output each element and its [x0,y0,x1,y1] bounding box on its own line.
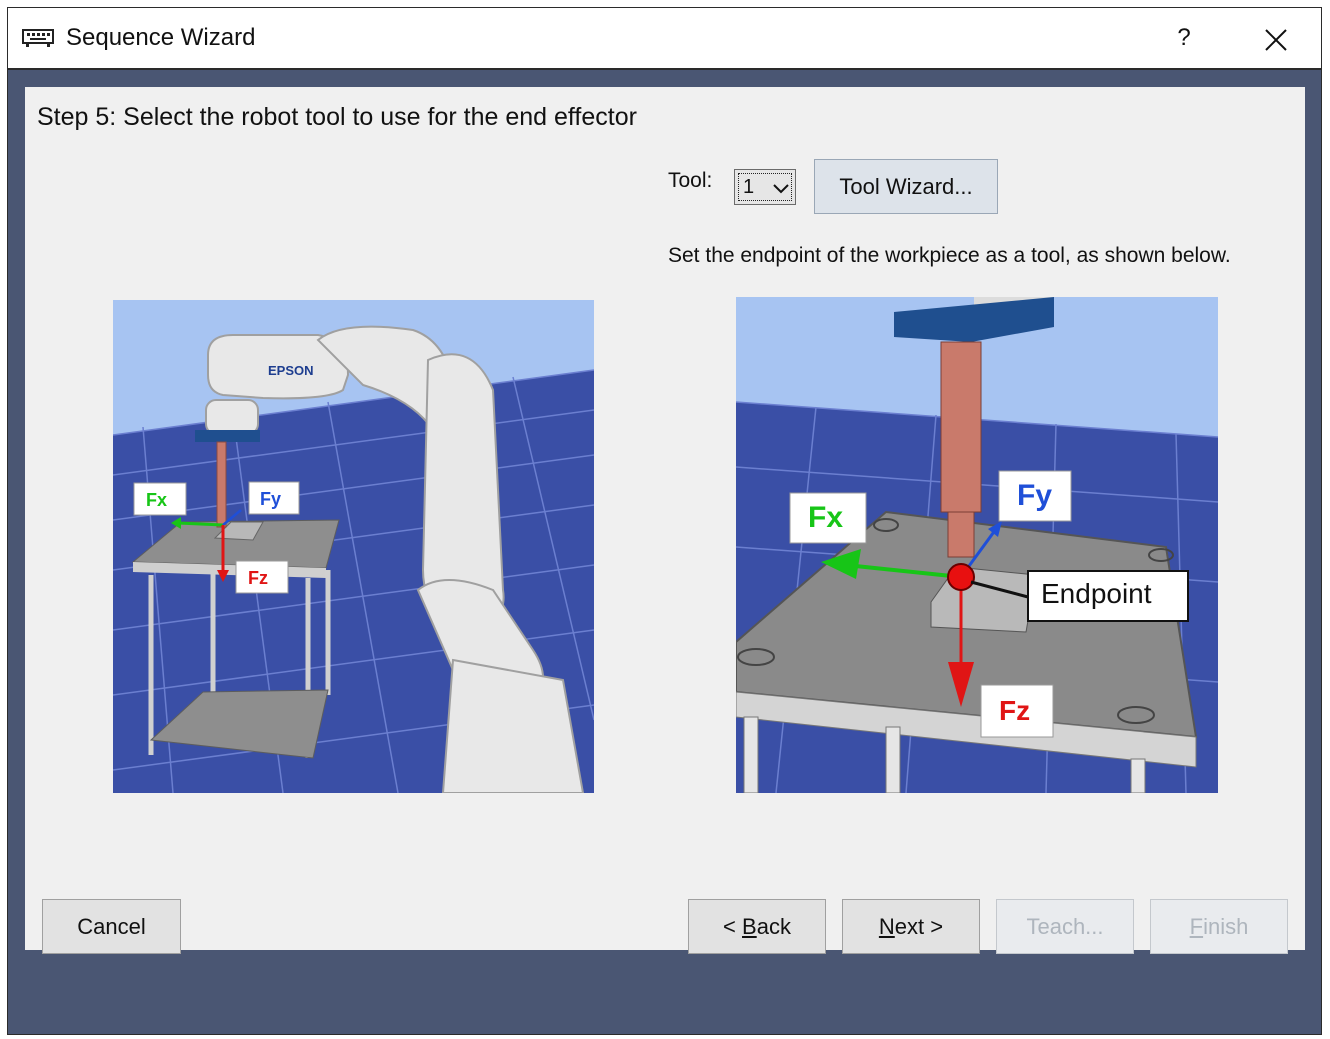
back-button[interactable]: < Back [688,899,826,954]
finish-button-label: inish [1203,914,1249,939]
tool-select-value: 1 [743,176,755,198]
keyboard-icon [22,28,54,53]
chevron-down-icon [772,181,790,199]
next-button[interactable]: Next > [842,899,980,954]
help-button[interactable]: ? [1158,18,1210,58]
fz-label-small: Fz [248,568,268,588]
window-title: Sequence Wizard [66,24,256,51]
fx-label: Fx [808,501,843,534]
finish-button-mnemonic: F [1189,914,1204,939]
fy-label-small: Fy [260,489,281,509]
next-button-label: ext > [894,914,944,939]
robot-overview-illustration: EPSON Fx Fy Fz [113,300,594,793]
teach-button[interactable]: Teach... [996,899,1134,954]
step-title: Step 5: Select the robot tool to use for… [37,103,637,131]
next-button-mnemonic: N [878,914,895,939]
endpoint-label: Endpoint [1041,578,1152,609]
endpoint-detail-illustration: Fx Fy Fz Endpoint [736,297,1218,793]
back-button-label: ack [756,914,791,939]
back-button-mnemonic: B [742,914,757,939]
tool-select[interactable]: 1 [734,169,796,205]
tool-label: Tool: [668,169,713,192]
close-icon [1252,20,1300,60]
tool-wizard-button[interactable]: Tool Wizard... [814,159,998,214]
sequence-wizard-window: Sequence Wizard ? Step 5: Select the rob… [7,7,1322,1035]
cancel-button[interactable]: Cancel [42,899,181,954]
fz-label: Fz [999,695,1030,726]
instruction-text: Set the endpoint of the workpiece as a t… [668,244,1231,267]
title-bar: Sequence Wizard ? [8,8,1321,70]
fy-label: Fy [1017,479,1052,512]
finish-button[interactable]: Finish [1150,899,1288,954]
wizard-content-panel: Step 5: Select the robot tool to use for… [25,87,1305,950]
fx-label-small: Fx [146,490,167,510]
close-button[interactable] [1252,20,1300,60]
epson-brand-label: EPSON [268,363,314,378]
back-button-prefix: < [723,914,743,939]
